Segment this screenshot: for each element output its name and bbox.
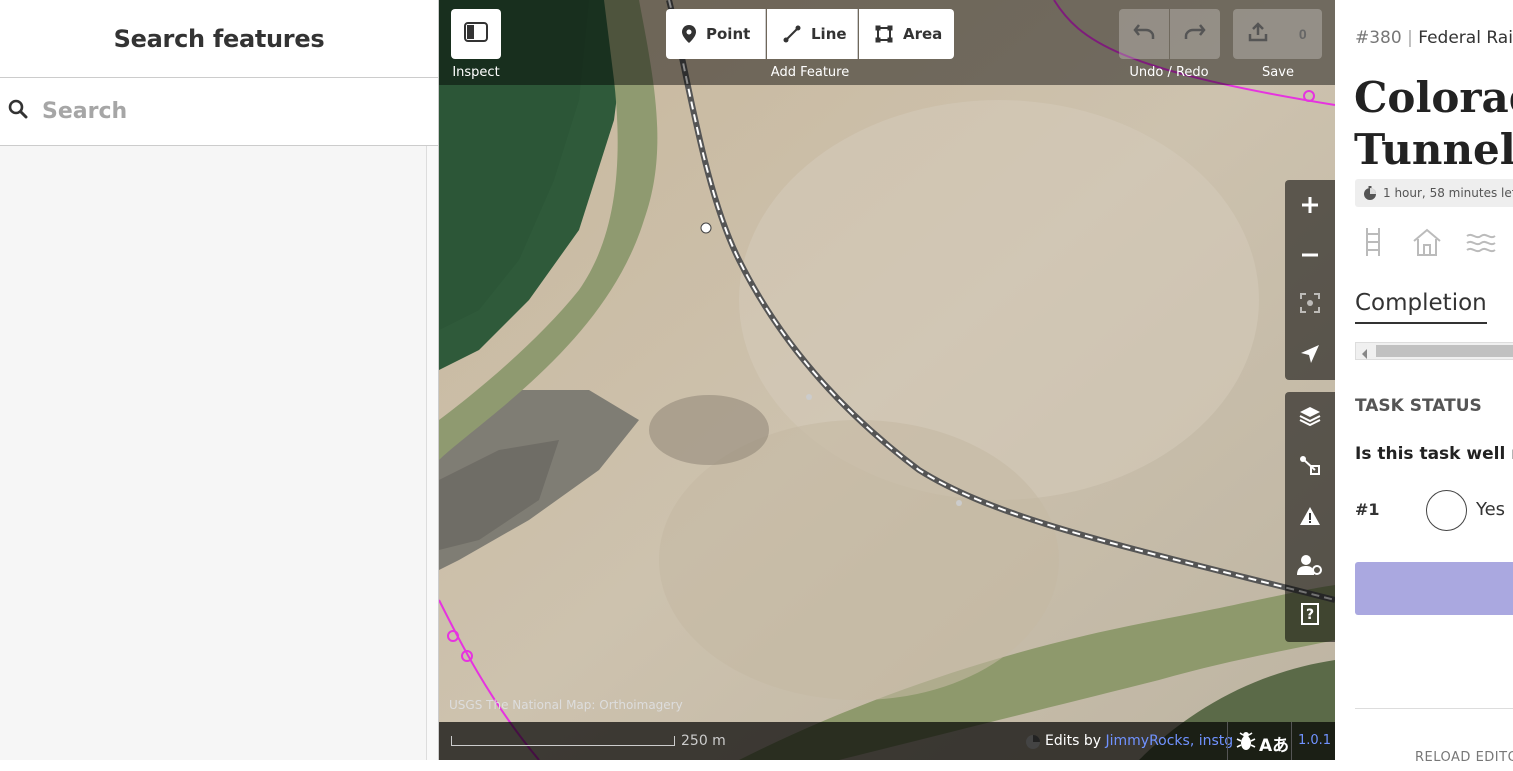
- save-label: Save: [1262, 65, 1294, 80]
- point-marker-icon: [682, 25, 696, 43]
- scroll-left-arrow-icon[interactable]: [1360, 345, 1368, 364]
- sidebar-title: Search features: [113, 24, 325, 53]
- undo-redo-label: Undo / Redo: [1129, 65, 1209, 80]
- timer-icon: [1363, 186, 1377, 200]
- save-button[interactable]: 0: [1233, 9, 1322, 59]
- sidebar-header: Search features: [0, 0, 438, 78]
- line-label: Line: [811, 25, 847, 43]
- map-navigation-controls: [1285, 180, 1335, 380]
- time-left-text: 1 hour, 58 minutes left: [1383, 186, 1513, 200]
- feature-search-sidebar: Search features: [0, 0, 439, 760]
- tab-completion[interactable]: Completion: [1355, 290, 1487, 324]
- language-icon[interactable]: Aあ: [1259, 731, 1289, 756]
- house-icon: [1411, 226, 1443, 262]
- add-line-button[interactable]: Line: [767, 9, 858, 59]
- search-icon: [8, 99, 28, 124]
- help-button[interactable]: ?: [1285, 592, 1335, 642]
- search-bar: [0, 78, 438, 146]
- water-icon: [1465, 226, 1497, 262]
- svg-text:?: ?: [1306, 607, 1314, 623]
- upload-icon: [1248, 21, 1268, 47]
- scale-bar[interactable]: [451, 736, 675, 746]
- warning-icon: [1299, 502, 1321, 533]
- task-status-heading: TASK STATUS: [1355, 396, 1482, 416]
- area-icon: [875, 25, 893, 43]
- redo-icon: [1184, 23, 1206, 46]
- map-canvas[interactable]: [439, 0, 1335, 760]
- horizontal-scrollbar[interactable]: [1355, 342, 1513, 360]
- task-panel: #380 | Federal Railr Colorado Tunnels 1 …: [1335, 0, 1513, 771]
- edits-prefix: Edits by: [1045, 733, 1102, 749]
- edits-attribution: Edits by JimmyRocks, instg: [1045, 733, 1233, 749]
- task-title: Colorado Tunnels: [1354, 72, 1513, 176]
- line-icon: [783, 25, 801, 43]
- help-book-icon: ?: [1300, 602, 1320, 633]
- railway-icon: [1357, 226, 1389, 262]
- satellite-imagery: [439, 0, 1335, 760]
- footer-divider: [1227, 722, 1228, 760]
- submit-button[interactable]: [1355, 562, 1513, 615]
- reload-editor-button[interactable]: RELOAD EDITO: [1415, 750, 1513, 765]
- location-arrow-icon: [1300, 340, 1320, 371]
- version-link[interactable]: 1.0.1: [1298, 733, 1331, 748]
- undo-icon: [1133, 23, 1155, 46]
- bug-report-icon[interactable]: [1235, 730, 1257, 756]
- background-layers-button[interactable]: [1285, 392, 1335, 442]
- geolocate-button[interactable]: [1285, 330, 1335, 380]
- plus-icon: [1301, 190, 1319, 221]
- loading-spinner-icon: [1025, 734, 1041, 754]
- data-nodes-icon: [1299, 452, 1321, 483]
- point-label: Point: [706, 25, 751, 43]
- add-point-button[interactable]: Point: [666, 9, 766, 59]
- preferences-button[interactable]: [1285, 542, 1335, 592]
- issues-button[interactable]: [1285, 492, 1335, 542]
- zoom-out-button[interactable]: [1285, 230, 1335, 280]
- time-left-badge: 1 hour, 58 minutes left: [1355, 179, 1513, 207]
- imagery-attribution[interactable]: USGS The National Map: Orthoimagery: [449, 698, 683, 712]
- yes-label[interactable]: Yes: [1476, 499, 1505, 520]
- redo-button[interactable]: [1170, 9, 1220, 59]
- task-type-icons: [1357, 226, 1497, 262]
- focus-frame-icon: [1299, 290, 1321, 321]
- yes-radio[interactable]: [1426, 490, 1467, 531]
- sidebar-toggle-icon: [464, 21, 488, 47]
- scrollbar-thumb[interactable]: [1376, 345, 1513, 357]
- zoom-to-selection-button[interactable]: [1285, 280, 1335, 330]
- task-title-line1: Colorado: [1354, 73, 1513, 122]
- project-name[interactable]: Federal Railr: [1418, 28, 1513, 48]
- add-feature-label: Add Feature: [770, 65, 850, 80]
- scale-text: 250 m: [681, 733, 726, 749]
- minus-icon: [1301, 240, 1319, 271]
- search-input[interactable]: [42, 99, 422, 124]
- user-settings-icon: [1297, 552, 1323, 583]
- inspect-button[interactable]: [451, 9, 501, 59]
- task-title-line2: Tunnels: [1354, 125, 1513, 174]
- undo-button[interactable]: [1119, 9, 1169, 59]
- sidebar-scrollbar[interactable]: [426, 146, 438, 760]
- layers-icon: [1299, 402, 1321, 433]
- zoom-in-button[interactable]: [1285, 180, 1335, 230]
- edits-users-link[interactable]: JimmyRocks, instg: [1105, 733, 1233, 749]
- task-question: Is this task well ma: [1355, 444, 1513, 464]
- task-breadcrumb: #380 | Federal Railr: [1355, 28, 1513, 48]
- task-id: #380: [1355, 28, 1402, 48]
- footer-divider: [1291, 722, 1292, 760]
- area-label: Area: [903, 25, 943, 43]
- inspect-label: Inspect: [452, 65, 500, 80]
- map-panel-controls: ?: [1285, 392, 1335, 642]
- panel-divider: [1355, 708, 1513, 709]
- map-data-button[interactable]: [1285, 442, 1335, 492]
- add-area-button[interactable]: Area: [859, 9, 954, 59]
- map-footer: 250 m Edits by JimmyRocks, instg Aあ 1.0.…: [439, 722, 1335, 760]
- question-number: #1: [1355, 500, 1380, 519]
- save-count: 0: [1298, 26, 1307, 42]
